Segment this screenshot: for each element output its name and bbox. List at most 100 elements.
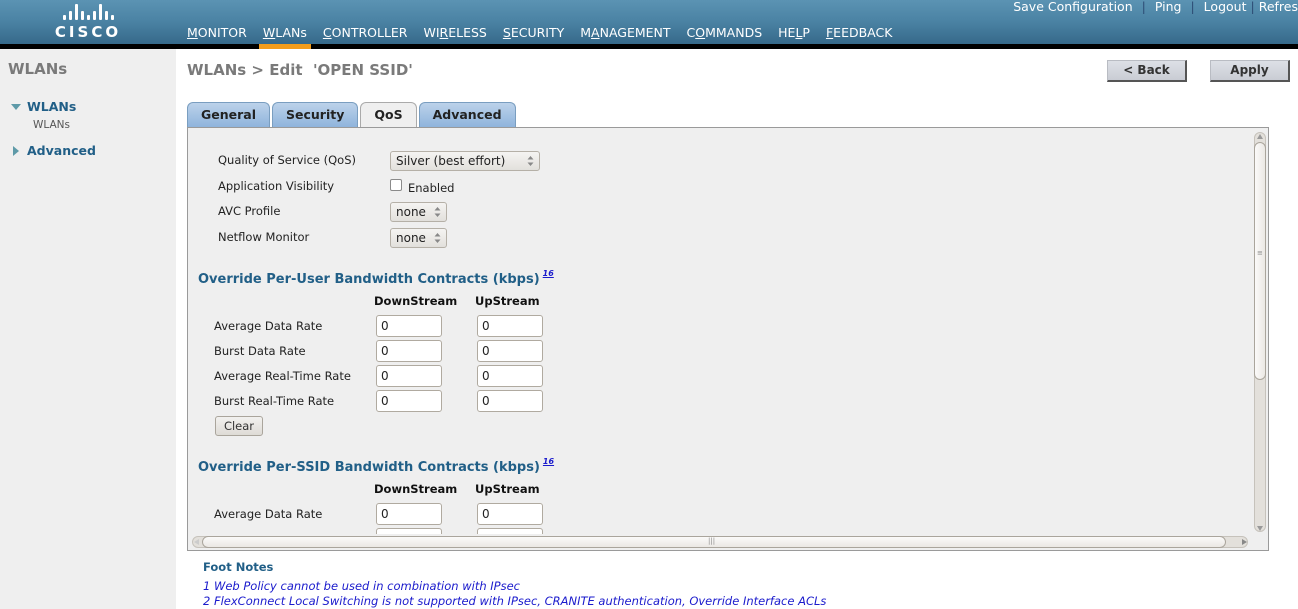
avc-profile-select[interactable]: none xyxy=(390,202,447,222)
sidebar-item-advanced[interactable]: Advanced xyxy=(10,143,96,158)
nav-label-post: LANs xyxy=(275,25,307,40)
app-visibility-enabled-label: Enabled xyxy=(408,181,455,195)
nav-label-pre: HE xyxy=(778,25,796,40)
horizontal-scrollbar[interactable]: ||| xyxy=(188,534,1254,550)
per-user-row-label: Average Real-Time Rate xyxy=(214,369,351,383)
refresh-link[interactable]: Refres xyxy=(1259,0,1298,14)
per-ssid-heading: Override Per-SSID Bandwidth Contracts (k… xyxy=(198,457,554,475)
cisco-logo: CISCO xyxy=(52,3,124,41)
save-configuration-link[interactable]: Save Configuration xyxy=(1013,0,1132,14)
triangle-down-icon xyxy=(11,103,21,110)
scroll-down-icon[interactable] xyxy=(1257,526,1263,531)
ping-link[interactable]: Ping xyxy=(1155,0,1182,14)
spinner-arrows-icon xyxy=(434,233,441,243)
sidebar-item-label: WLANs xyxy=(27,99,77,114)
nav-label-post: ONTROLLER xyxy=(331,25,408,40)
nav-label-pre: C xyxy=(686,25,696,40)
nav-wlans[interactable]: WLANs xyxy=(255,24,315,49)
scroll-right-icon[interactable] xyxy=(1242,539,1247,545)
scroll-left-icon[interactable] xyxy=(194,539,199,545)
nav-label-pre: WI xyxy=(423,25,440,40)
nav-label-post: ONITOR xyxy=(197,25,247,40)
per-user-row-label: Average Data Rate xyxy=(214,319,323,333)
netflow-monitor-select[interactable]: none xyxy=(390,228,447,248)
top-links: Save Configuration | Ping | Logout | Ref… xyxy=(1013,0,1298,14)
tab-qos[interactable]: QoS xyxy=(360,102,417,128)
nav-accesskey: A xyxy=(591,25,600,40)
per-user-heading-text: Override Per-User Bandwidth Contracts (k… xyxy=(198,272,540,287)
nav-label-post: P xyxy=(802,25,810,40)
spinner-arrows-icon xyxy=(527,156,534,166)
nav-accesskey: O xyxy=(695,25,706,40)
nav-wireless[interactable]: WIRELESS xyxy=(416,24,495,44)
sidebar-item-label: Advanced xyxy=(27,143,96,158)
per-user-burst-data-up-input[interactable]: 0 xyxy=(477,340,543,362)
per-ssid-avg-data-down-input[interactable]: 0 xyxy=(376,503,442,525)
footnote-link[interactable]: 16 xyxy=(543,269,554,278)
nav-accesskey: R xyxy=(439,25,449,40)
app-visibility-label: Application Visibility xyxy=(218,179,335,193)
cisco-bars-icon xyxy=(52,3,124,20)
grip-icon: ||| xyxy=(708,537,716,545)
tab-security[interactable]: Security xyxy=(272,102,359,127)
per-ssid-avg-data-up-input[interactable]: 0 xyxy=(477,503,543,525)
per-user-avg-data-down-input[interactable]: 0 xyxy=(376,315,442,337)
per-user-burst-rt-down-input[interactable]: 0 xyxy=(376,390,442,412)
footnote-link[interactable]: 16 xyxy=(543,457,554,466)
qos-select-value: Silver (best effort) xyxy=(396,154,506,168)
qos-panel: Quality of Service (QoS) Silver (best ef… xyxy=(187,127,1269,551)
sidebar-title: WLANs xyxy=(8,60,68,78)
footnote-item: 1 Web Policy cannot be used in combinati… xyxy=(203,579,520,593)
downstream-header: DownStream xyxy=(374,294,458,308)
scroll-up-icon[interactable] xyxy=(1257,134,1263,139)
per-user-avg-rt-up-input[interactable]: 0 xyxy=(477,365,543,387)
nav-accesskey: S xyxy=(502,25,511,40)
tab-advanced[interactable]: Advanced xyxy=(418,102,516,127)
nav-commands[interactable]: COMMANDS xyxy=(679,24,771,44)
logo-text: CISCO xyxy=(54,23,122,41)
netflow-monitor-value: none xyxy=(396,231,426,245)
nav-security[interactable]: SECURITY xyxy=(495,24,572,44)
nav-accesskey: M xyxy=(187,25,198,40)
separator: | xyxy=(1190,0,1195,14)
downstream-header: DownStream xyxy=(374,482,458,496)
sidebar-subitem-wlans[interactable]: WLANs xyxy=(33,119,70,131)
avc-profile-label: AVC Profile xyxy=(218,204,281,218)
page-title: WLANs > Edit 'OPEN SSID' xyxy=(187,61,413,79)
back-button[interactable]: < Back xyxy=(1107,60,1187,82)
nav-label-post: MMANDS xyxy=(705,25,763,40)
netflow-monitor-label: Netflow Monitor xyxy=(218,230,310,244)
app-visibility-checkbox[interactable] xyxy=(390,179,402,191)
nav-help[interactable]: HELP xyxy=(770,24,818,44)
per-user-heading: Override Per-User Bandwidth Contracts (k… xyxy=(198,269,554,287)
tab-general[interactable]: General xyxy=(187,102,270,127)
qos-label: Quality of Service (QoS) xyxy=(218,153,357,167)
sidebar-item-wlans[interactable]: WLANs xyxy=(10,99,76,114)
per-user-burst-rt-up-input[interactable]: 0 xyxy=(477,390,543,412)
nav-feedback[interactable]: FEEDBACK xyxy=(818,24,900,44)
nav-controller[interactable]: CONTROLLER xyxy=(315,24,416,44)
logout-link[interactable]: Logout xyxy=(1204,0,1247,14)
triangle-right-icon xyxy=(13,145,19,156)
nav-monitor[interactable]: MONITOR xyxy=(179,24,255,44)
qos-select[interactable]: Silver (best effort) xyxy=(390,151,540,171)
nav-management[interactable]: MANAGEMENT xyxy=(572,24,678,44)
per-user-avg-rt-down-input[interactable]: 0 xyxy=(376,365,442,387)
per-ssid-row-label: Average Data Rate xyxy=(214,507,323,521)
per-user-avg-data-up-input[interactable]: 0 xyxy=(477,315,543,337)
nav-accesskey: C xyxy=(322,25,332,40)
avc-profile-value: none xyxy=(396,205,426,219)
grip-icon: ≡ xyxy=(1257,249,1263,257)
per-ssid-heading-text: Override Per-SSID Bandwidth Contracts (k… xyxy=(198,460,540,475)
clear-button[interactable]: Clear xyxy=(215,416,263,436)
separator: | xyxy=(1141,0,1146,14)
vertical-scrollbar[interactable]: ≡ xyxy=(1252,128,1268,536)
qos-content: Quality of Service (QoS) Silver (best ef… xyxy=(188,128,1254,536)
per-user-burst-data-down-input[interactable]: 0 xyxy=(376,340,442,362)
nav-label-post: ELESS xyxy=(448,25,487,40)
apply-button[interactable]: Apply xyxy=(1210,60,1290,82)
footnote-item: 2 FlexConnect Local Switching is not sup… xyxy=(203,594,827,608)
vertical-scroll-thumb[interactable] xyxy=(1254,142,1266,380)
upstream-header: UpStream xyxy=(475,482,540,496)
separator: | xyxy=(1250,0,1255,14)
